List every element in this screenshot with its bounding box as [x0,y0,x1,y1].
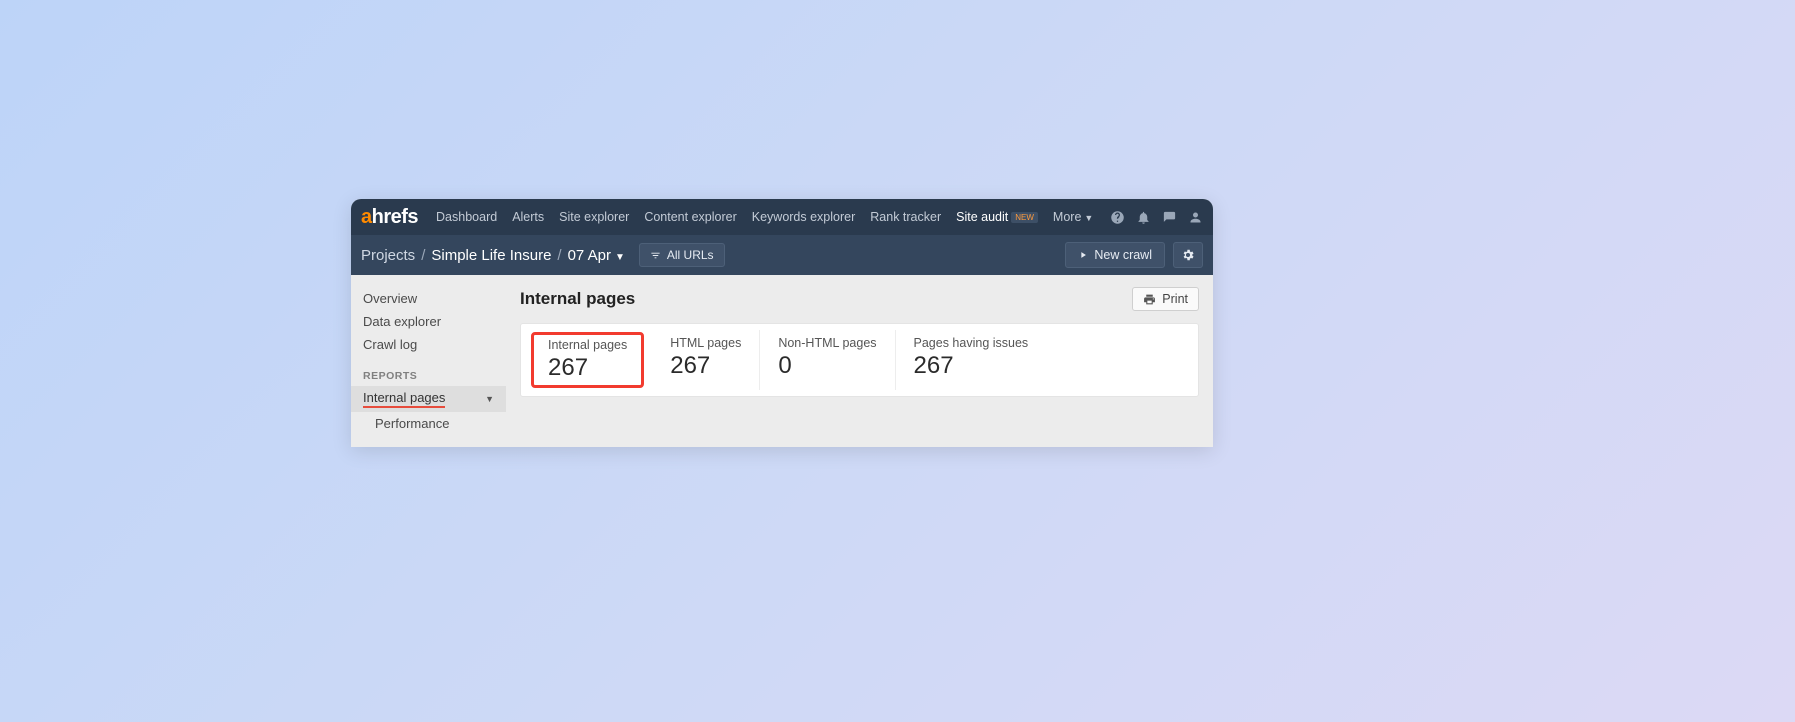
sidebar: Overview Data explorer Crawl log REPORTS… [351,275,506,447]
new-crawl-button[interactable]: New crawl [1065,242,1165,268]
breadcrumb-project-name[interactable]: Simple Life Insure [431,247,551,264]
sidebar-crawl-log[interactable]: Crawl log [351,333,506,356]
nav-alerts[interactable]: Alerts [512,210,544,224]
stat-label: HTML pages [670,336,741,350]
all-urls-button[interactable]: All URLs [639,243,725,267]
gear-icon [1181,248,1195,262]
sidebar-reports-header: REPORTS [351,356,506,386]
stat-label: Internal pages [548,338,627,352]
nav-dashboard[interactable]: Dashboard [436,210,497,224]
sidebar-performance[interactable]: Performance [351,412,506,435]
nav-rank-tracker[interactable]: Rank tracker [870,210,941,224]
app-window: ahrefs Dashboard Alerts Site explorer Co… [351,199,1213,447]
chevron-down-icon: ▼ [485,394,494,404]
stat-value: 267 [548,354,627,382]
stat-label: Non-HTML pages [778,336,876,350]
ahrefs-logo[interactable]: ahrefs [361,206,418,229]
stats-card: Internal pages 267 HTML pages 267 Non-HT… [520,323,1199,397]
stat-non-html-pages[interactable]: Non-HTML pages 0 [760,330,895,390]
nav-site-audit[interactable]: Site auditNEW [956,210,1038,224]
stat-html-pages[interactable]: HTML pages 267 [652,330,760,390]
help-icon[interactable] [1109,209,1125,225]
sub-bar: Projects / Simple Life Insure / 07 Apr▼ … [351,235,1213,275]
page-title: Internal pages [520,289,635,309]
main-content: Internal pages Print Internal pages 267 … [506,275,1213,447]
breadcrumb-projects[interactable]: Projects [361,247,415,264]
breadcrumb-date[interactable]: 07 Apr▼ [568,247,625,264]
nav-content-explorer[interactable]: Content explorer [644,210,736,224]
filter-icon [650,250,661,261]
top-nav: ahrefs Dashboard Alerts Site explorer Co… [351,199,1213,235]
new-badge: NEW [1011,212,1038,223]
stat-label: Pages having issues [914,336,1029,350]
stat-internal-pages[interactable]: Internal pages 267 [531,332,644,388]
user-icon[interactable] [1187,209,1203,225]
breadcrumb-sep: / [557,247,561,264]
play-icon [1078,250,1088,260]
body-area: Overview Data explorer Crawl log REPORTS… [351,275,1213,447]
inbox-icon[interactable] [1161,209,1177,225]
breadcrumb-sep: / [421,247,425,264]
nav-keywords-explorer[interactable]: Keywords explorer [752,210,856,224]
stat-value: 0 [778,352,876,380]
nav-items: Dashboard Alerts Site explorer Content e… [436,210,1099,224]
main-header: Internal pages Print [520,287,1199,311]
top-icons [1109,209,1203,225]
stat-value: 267 [914,352,1029,380]
stat-pages-issues[interactable]: Pages having issues 267 [896,330,1047,390]
print-button[interactable]: Print [1132,287,1199,311]
bell-icon[interactable] [1135,209,1151,225]
nav-more[interactable]: More▼ [1053,210,1093,224]
nav-site-explorer[interactable]: Site explorer [559,210,629,224]
settings-button[interactable] [1173,242,1203,268]
sidebar-overview[interactable]: Overview [351,287,506,310]
sidebar-internal-pages[interactable]: Internal pages ▼ [351,386,506,412]
stat-value: 267 [670,352,741,380]
print-icon [1143,293,1156,306]
sidebar-data-explorer[interactable]: Data explorer [351,310,506,333]
